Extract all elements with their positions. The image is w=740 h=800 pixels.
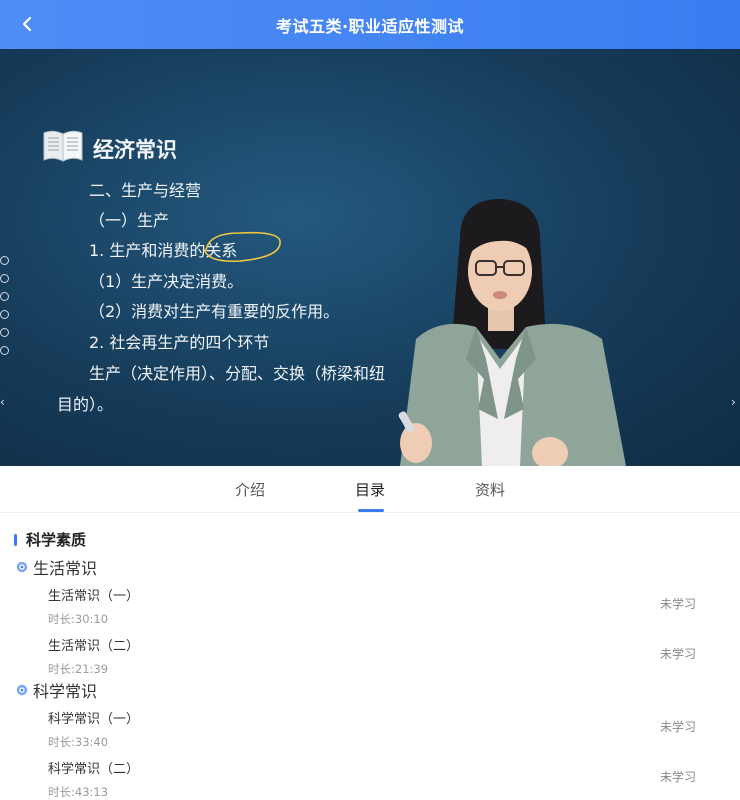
page-title: 考试五类·职业适应性测试 <box>275 16 465 36</box>
slide-line: 目的）。 <box>57 395 114 414</box>
settings-control-icon[interactable] <box>0 346 9 355</box>
list-item[interactable]: 科学常识（二） 时长:43:13 未学习 <box>48 758 708 800</box>
chapter-title: 科学常识 <box>33 682 98 701</box>
lesson-duration: 时长:33:40 <box>48 735 109 749</box>
section-marker <box>14 533 17 546</box>
slide-line: 生产（决定作用）、分配、交换（桥梁和纽 <box>89 364 386 383</box>
rewind-control-icon[interactable] <box>0 274 9 283</box>
slide-line: 2. 社会再生产的四个环节 <box>89 333 270 352</box>
video-player[interactable]: 经济常识 二、生产与经营 （一）生产 1. 生产和消费的关系 （1）生产决定消费… <box>0 49 740 466</box>
chapter-header[interactable]: 科学常识 <box>16 678 97 702</box>
lesson-status: 未学习 <box>659 647 696 661</box>
lesson-status: 未学习 <box>659 597 696 611</box>
tab-materials[interactable]: 资料 <box>430 466 550 512</box>
book-icon <box>43 130 83 162</box>
pen-control-icon[interactable] <box>0 292 9 301</box>
teacher-figure <box>398 199 626 466</box>
lesson-duration: 时长:21:39 <box>48 662 109 676</box>
chapter-title: 生活常识 <box>33 559 98 578</box>
lesson-name: 生活常识（二） <box>48 639 140 654</box>
lesson-duration: 时长:30:10 <box>48 612 109 626</box>
tab-catalog[interactable]: 目录 <box>310 466 430 512</box>
list-item[interactable]: 生活常识（二） 时长:21:39 未学习 <box>48 635 708 677</box>
tab-label: 目录 <box>354 481 385 499</box>
chapter-header[interactable]: 生活常识 <box>16 555 97 579</box>
active-tab-indicator <box>358 509 384 512</box>
tab-label: 资料 <box>474 481 505 499</box>
back-button[interactable] <box>12 8 42 40</box>
section-title: 科学素质 <box>14 529 86 550</box>
play-control-icon[interactable] <box>0 256 9 265</box>
list-item[interactable]: 科学常识（一） 时长:33:40 未学习 <box>48 708 708 750</box>
lesson-name: 科学常识（一） <box>48 712 140 727</box>
next-arrow-icon[interactable]: › <box>731 395 736 409</box>
slide-line: 二、生产与经营 <box>89 181 202 200</box>
slide-line: （1）生产决定消费。 <box>89 272 244 291</box>
gear-icon <box>16 561 28 573</box>
tab-label: 介绍 <box>234 481 265 499</box>
lesson-duration: 时长:43:13 <box>48 785 109 799</box>
slide-line: （2）消费对生产有重要的反作用。 <box>89 302 340 321</box>
lesson-status: 未学习 <box>659 720 696 734</box>
slide-line: （一）生产 <box>89 211 170 230</box>
section-title-text: 科学素质 <box>26 531 87 549</box>
highlight-circle-annotation <box>203 231 281 263</box>
lesson-name: 科学常识（二） <box>48 762 140 777</box>
lesson-status: 未学习 <box>659 770 696 784</box>
chevron-left-icon <box>22 16 32 32</box>
lesson-name: 生活常识（一） <box>48 589 140 604</box>
list-item[interactable]: 生活常识（一） 时长:30:10 未学习 <box>48 585 708 627</box>
gear-icon <box>16 684 28 696</box>
tab-intro[interactable]: 介绍 <box>190 466 310 512</box>
slide-heading: 经济常识 <box>93 138 177 162</box>
content-tabs: 介绍 目录 资料 <box>0 466 740 513</box>
player-side-controls <box>0 256 10 364</box>
top-bar: 考试五类·职业适应性测试 <box>0 0 740 49</box>
more-control-icon[interactable] <box>0 328 9 337</box>
previous-arrow-icon[interactable]: ‹ <box>0 395 5 409</box>
capture-control-icon[interactable] <box>0 310 9 319</box>
